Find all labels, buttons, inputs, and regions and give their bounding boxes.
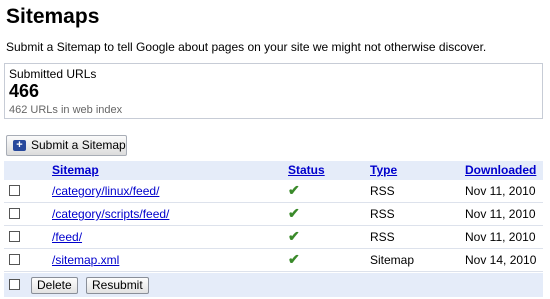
column-header-sitemap[interactable]: Sitemap <box>52 163 99 177</box>
table-row: /category/linux/feed/ ✔ RSS Nov 11, 2010 <box>4 180 543 203</box>
plus-icon: + <box>13 140 26 151</box>
check-icon: ✔ <box>288 182 300 198</box>
sitemap-type: RSS <box>370 207 395 221</box>
column-header-type[interactable]: Type <box>370 163 397 177</box>
submit-sitemap-label: Submit a Sitemap <box>31 138 126 152</box>
table-footer: Delete Resubmit <box>4 273 543 297</box>
row-checkbox[interactable] <box>9 185 20 196</box>
row-checkbox[interactable] <box>9 254 20 265</box>
page-description: Submit a Sitemap to tell Google about pa… <box>6 40 487 54</box>
select-all-checkbox[interactable] <box>9 279 20 290</box>
delete-button[interactable]: Delete <box>31 277 78 294</box>
resubmit-button[interactable]: Resubmit <box>86 277 149 294</box>
row-checkbox[interactable] <box>9 231 20 242</box>
downloaded-date: Nov 14, 2010 <box>465 253 537 267</box>
sitemap-type: RSS <box>370 184 395 198</box>
sitemap-type: RSS <box>370 230 395 244</box>
submit-sitemap-button[interactable]: + Submit a Sitemap <box>6 135 127 156</box>
downloaded-date: Nov 11, 2010 <box>465 207 536 221</box>
downloaded-date: Nov 11, 2010 <box>465 230 536 244</box>
table-row: /feed/ ✔ RSS Nov 11, 2010 <box>4 226 543 249</box>
indexed-urls-text: 462 URLs in web index <box>9 104 123 116</box>
check-icon: ✔ <box>288 251 300 267</box>
sitemap-link[interactable]: /feed/ <box>52 230 82 244</box>
submitted-urls-box: Submitted URLs 466 462 URLs in web index <box>4 63 543 119</box>
sitemap-link[interactable]: /sitemap.xml <box>52 253 119 267</box>
page-title: Sitemaps <box>6 5 100 28</box>
submitted-urls-count: 466 <box>9 81 40 101</box>
sitemap-link[interactable]: /category/linux/feed/ <box>52 184 159 198</box>
check-icon: ✔ <box>288 228 300 244</box>
row-checkbox[interactable] <box>9 208 20 219</box>
check-icon: ✔ <box>288 205 300 221</box>
submitted-urls-label: Submitted URLs <box>9 67 97 81</box>
table-header: Sitemap Status Type Downloaded <box>4 161 543 180</box>
table-row: /sitemap.xml ✔ Sitemap Nov 14, 2010 <box>4 249 543 272</box>
sitemap-link[interactable]: /category/scripts/feed/ <box>52 207 169 221</box>
column-header-downloaded[interactable]: Downloaded <box>465 163 536 177</box>
column-header-status[interactable]: Status <box>288 163 325 177</box>
sitemap-type: Sitemap <box>370 253 415 267</box>
table-row: /category/scripts/feed/ ✔ RSS Nov 11, 20… <box>4 203 543 226</box>
downloaded-date: Nov 11, 2010 <box>465 184 536 198</box>
